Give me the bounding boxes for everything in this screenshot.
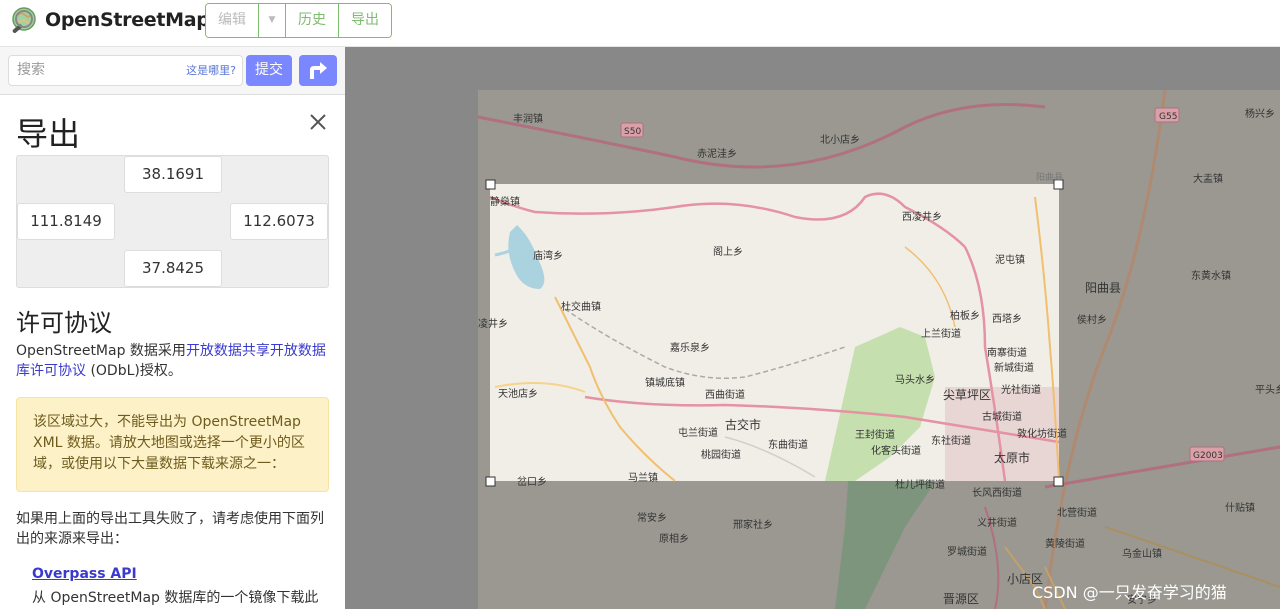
map-label: 黄陵街道 <box>1045 537 1085 550</box>
submit-button[interactable]: 提交 <box>246 55 292 86</box>
map-view[interactable]: 丰润镇 S50 赤泥洼乡 北小店乡 G55 杨兴乡 阳曲县 阳曲县 大盂镇 静燊… <box>345 47 1280 609</box>
overpass-description: 从 OpenStreetMap 数据库的一个镜像下载此 <box>32 590 319 606</box>
map-label: 马兰镇 <box>628 471 658 484</box>
west-coordinate-input[interactable]: 111.8149 <box>17 203 115 240</box>
export-button[interactable]: 导出 <box>339 4 391 37</box>
overpass-api-link[interactable]: Overpass API <box>32 566 137 582</box>
map-label: 大盂镇 <box>1193 172 1223 185</box>
map-label: 西塔乡 <box>992 312 1022 325</box>
fallback-paragraph: 如果用上面的导出工具失败了，请考虑使用下面列出的来源来导出： <box>16 511 324 547</box>
map-label: 东黄水镇 <box>1191 269 1231 282</box>
map-label: 化客头街道 <box>871 444 921 457</box>
close-icon[interactable] <box>309 113 327 131</box>
map-label: 镇城底镇 <box>645 376 685 389</box>
map-label: 常安乡 <box>637 511 667 524</box>
sidebar: 搜索 这是哪里? 提交 导出 38.1691 111.8149 112.6073… <box>0 47 345 609</box>
search-input[interactable]: 搜索 这是哪里? <box>8 55 243 86</box>
map-label: 敦化坊街道 <box>1017 427 1067 440</box>
map-label: 阁上乡 <box>713 245 743 258</box>
map-label: 静燊镇 <box>490 195 520 208</box>
map-label: 泥屯镇 <box>995 253 1025 266</box>
map-label: 阳曲县 <box>1085 281 1121 295</box>
map-label: 桃园街道 <box>701 448 741 461</box>
license-heading: 许可协议 <box>16 309 112 337</box>
edit-dropdown-caret-icon[interactable]: ▼ <box>259 4 286 37</box>
map-label: 尖草坪区 <box>943 388 991 402</box>
directions-button[interactable] <box>299 55 337 86</box>
edit-history-export-group: 编辑 ▼ 历史 导出 <box>205 3 392 38</box>
map-label: 西凌井乡 <box>902 210 942 223</box>
map-label: 侯村乡 <box>1077 313 1107 326</box>
map-label: 新城街道 <box>994 361 1034 374</box>
map-label: 屯兰街道 <box>678 426 718 439</box>
csdn-watermark: CSDN @一只发奋学习的猫 <box>1032 583 1227 602</box>
map-label: 古交市 <box>725 417 761 432</box>
map-label: 东曲街道 <box>768 438 808 451</box>
map-label: 马头水乡 <box>895 374 935 386</box>
map-label: 义井街道 <box>977 516 1017 529</box>
map-label: 北小店乡 <box>820 133 860 146</box>
map-label: 丰润镇 <box>513 112 543 125</box>
map-label: 太原市 <box>994 450 1030 465</box>
map-label: 东社街道 <box>931 434 971 447</box>
panel-title: 导出 <box>16 115 81 153</box>
map-label: 赤泥洼乡 <box>697 147 737 160</box>
map-label: 嘉乐泉乡 <box>670 341 710 354</box>
search-placeholder: 搜索 <box>17 62 45 78</box>
map-canvas[interactable]: 丰润镇 S50 赤泥洼乡 北小店乡 G55 杨兴乡 阳曲县 阳曲县 大盂镇 静燊… <box>345 47 1280 609</box>
map-label: 光社街道 <box>1001 383 1041 396</box>
map-label: 北营街道 <box>1057 506 1097 519</box>
map-label: 长风西街道 <box>972 486 1022 499</box>
brand-name[interactable]: OpenStreetMap <box>45 9 210 31</box>
map-label: 杨兴乡 <box>1245 107 1275 120</box>
bounding-box-coordinates: 38.1691 111.8149 112.6073 37.8425 <box>16 155 329 288</box>
area-too-large-alert: 该区域过大，不能导出为 OpenStreetMap XML 数据。请放大地图或选… <box>16 397 329 492</box>
map-label: S50 <box>624 127 641 137</box>
map-label: 古城街道 <box>982 410 1022 423</box>
east-coordinate-input[interactable]: 112.6073 <box>230 203 328 240</box>
map-label: 罗城街道 <box>947 545 987 558</box>
map-label: 邢家社乡 <box>733 518 773 531</box>
license-text-1: OpenStreetMap 数据采用 <box>16 343 186 359</box>
map-label: 柏板乡 <box>950 309 980 322</box>
map-label: G2003 <box>1193 451 1223 461</box>
map-label: 西曲街道 <box>705 388 745 401</box>
map-label: 庙湾乡 <box>533 249 563 262</box>
map-label: G55 <box>1159 112 1177 122</box>
search-bar: 搜索 这是哪里? 提交 <box>0 47 345 95</box>
edit-button[interactable]: 编辑 <box>206 4 259 37</box>
map-label: 上兰街道 <box>921 327 961 340</box>
map-label: 乌金山镇 <box>1122 547 1162 560</box>
top-navigation-bar: OpenStreetMap 编辑 ▼ 历史 导出 <box>0 0 1280 47</box>
north-coordinate-input[interactable]: 38.1691 <box>124 156 222 193</box>
south-coordinate-input[interactable]: 37.8425 <box>124 250 222 287</box>
history-button[interactable]: 历史 <box>286 4 339 37</box>
map-label: 平头乡 <box>1255 384 1280 396</box>
map-label: 阳曲县 <box>1036 172 1063 183</box>
map-label: 杜儿坪街道 <box>895 478 945 491</box>
map-label: 岔口乡 <box>517 476 547 488</box>
map-label: 杜交曲镇 <box>561 300 601 313</box>
map-label: 天池店乡 <box>498 387 538 400</box>
map-label: 王封街道 <box>855 428 895 441</box>
map-label: 原相乡 <box>659 532 689 545</box>
map-label: 凌井乡 <box>478 317 508 330</box>
map-label: 南寨街道 <box>987 346 1027 359</box>
license-text-2: (ODbL)授权。 <box>86 363 182 379</box>
map-label: 晋源区 <box>943 592 979 606</box>
map-label: 什贴镇 <box>1225 501 1255 514</box>
license-paragraph: OpenStreetMap 数据采用开放数据共享开放数据库许可协议 (ODbL)… <box>16 341 328 381</box>
where-is-this-link[interactable]: 这是哪里? <box>186 56 236 85</box>
openstreetmap-logo-icon[interactable] <box>10 6 40 36</box>
directions-icon <box>310 62 327 79</box>
